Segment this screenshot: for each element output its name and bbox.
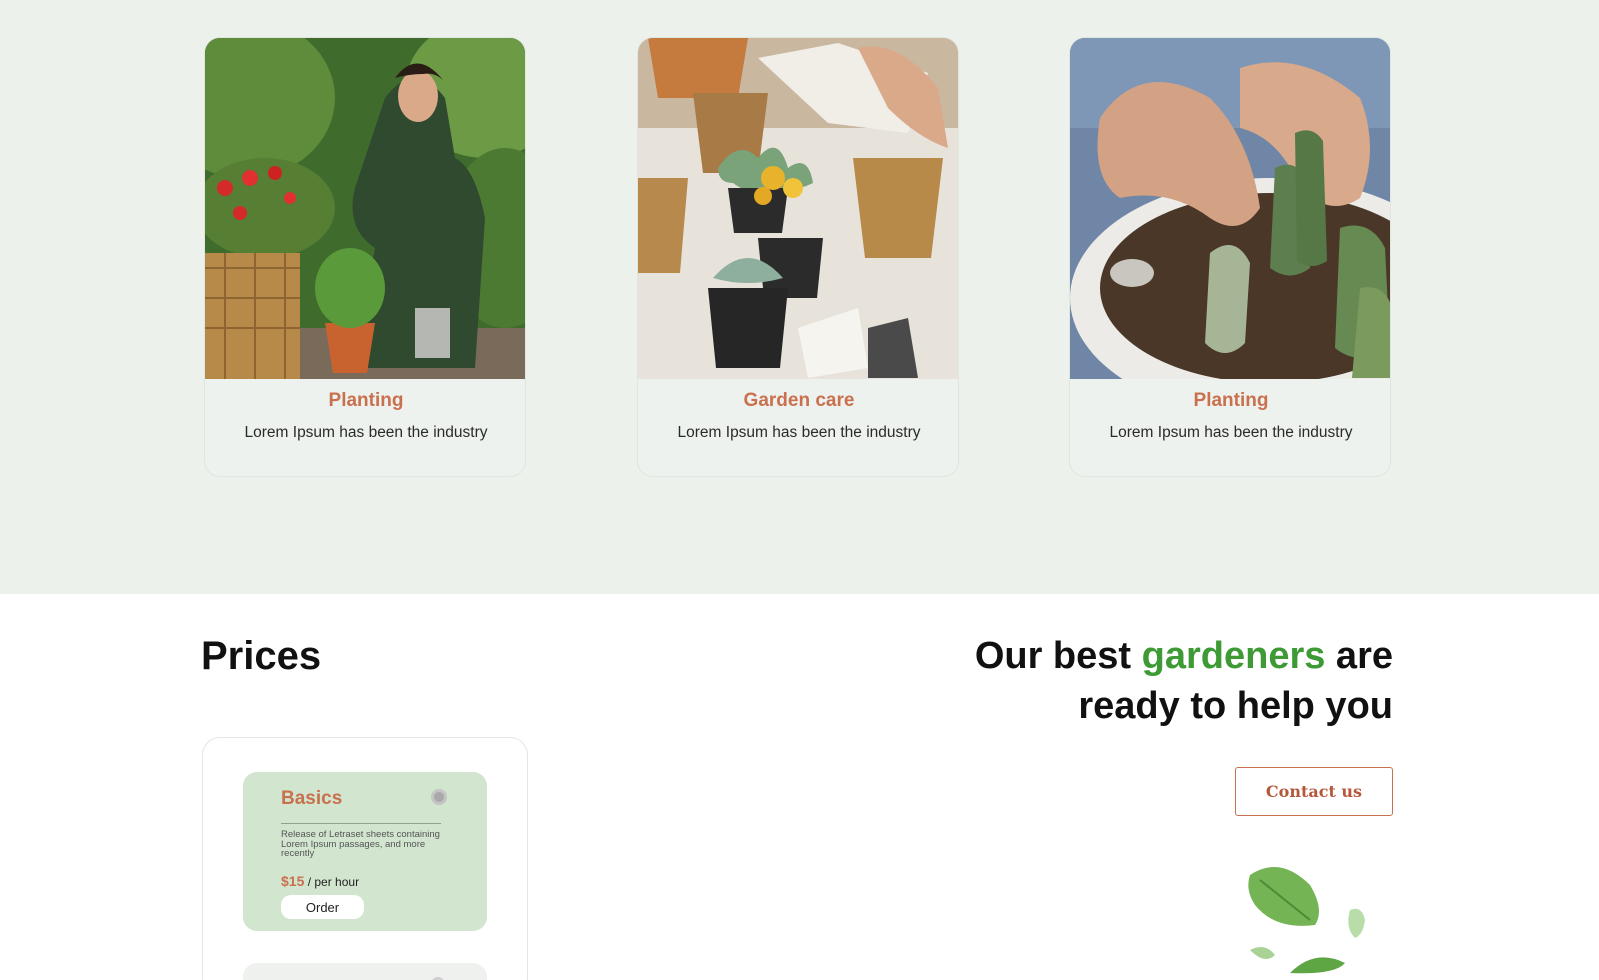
service-card-planting[interactable]: Planting Lorem Ipsum has been the indust…: [204, 37, 526, 477]
service-card-garden-care[interactable]: Garden care Lorem Ipsum has been the ind…: [637, 37, 959, 477]
plan-description: Release of Letraset sheets containing Lo…: [281, 829, 440, 859]
plan-price-amount: $15: [281, 873, 305, 889]
services-section: Planting Lorem Ipsum has been the indust…: [0, 0, 1599, 594]
card-description: Lorem Ipsum has been the industry: [244, 424, 488, 441]
card-title: Planting: [1193, 390, 1269, 411]
headline-start: Our best: [974, 635, 1142, 677]
prices-heading: Prices: [201, 634, 322, 678]
hands-planting-cactus-photo: [1070, 38, 1390, 379]
order-button[interactable]: Order: [281, 895, 364, 919]
plan-price: $15 / per hour: [281, 873, 359, 889]
card-title: Garden care: [743, 390, 855, 411]
service-card-planting-cactus[interactable]: Planting Lorem Ipsum has been the indust…: [1069, 37, 1391, 477]
plan-name: Basics: [281, 788, 343, 809]
plan-price-unit: / per hour: [307, 875, 360, 889]
headline-accent: gardeners: [1141, 635, 1326, 677]
plan-card-basics[interactable]: Basics Release of Letraset sheets contai…: [243, 772, 487, 931]
woman-planting-roses-photo: [205, 38, 525, 379]
card-description: Lorem Ipsum has been the industry: [677, 424, 921, 441]
falling-leaves-illustration: [1230, 855, 1400, 980]
card-title: Planting: [328, 390, 404, 411]
succulent-pots-photo: [638, 38, 958, 379]
card-description: Lorem Ipsum has been the industry: [1109, 424, 1353, 441]
contact-us-button[interactable]: Contact us: [1235, 767, 1393, 816]
plan-card-next[interactable]: [243, 963, 487, 980]
pricing-panel: Basics Release of Letraset sheets contai…: [202, 737, 528, 980]
plan-divider: [281, 823, 441, 824]
hero-headline: Our best gardeners are ready to help you: [873, 631, 1393, 731]
plan-radio-indicator[interactable]: [431, 789, 447, 805]
